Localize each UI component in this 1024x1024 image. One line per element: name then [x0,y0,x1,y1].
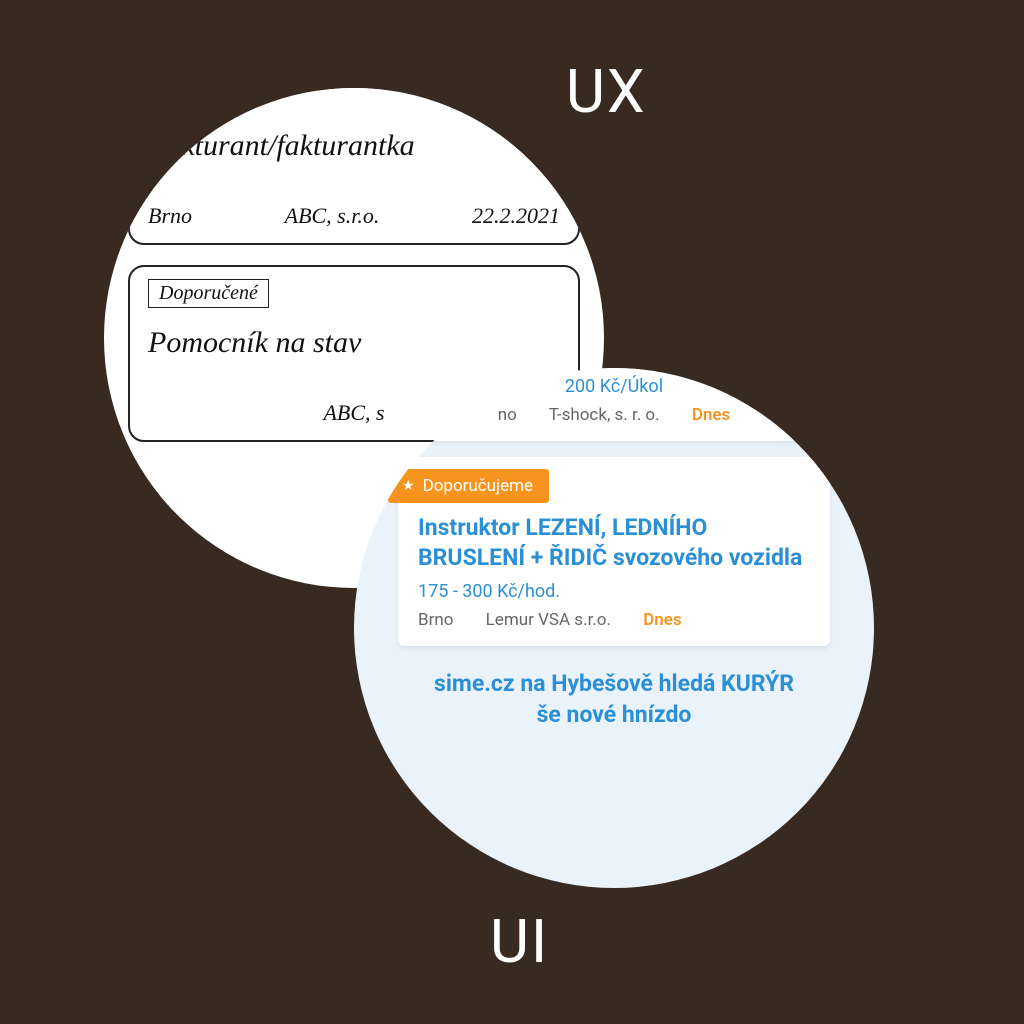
price-text: 175 - 300 Kč/hod. [418,581,810,602]
job-title: Pomocník na stav [148,326,560,360]
location-text: Brno [418,610,453,630]
star-icon: ★ [402,479,415,493]
job-title: Fakturant/fakturantka [148,129,560,163]
ux-card-top-row: Doporučené [148,279,560,308]
date-text: Dnes [692,405,730,425]
date-text: 22.2.2021 [472,203,560,229]
label-ui: UI [490,906,549,977]
price-text: 200 Kč/Úkol [418,376,810,397]
ux-card-top-row: ručené 170 Kč [148,88,560,111]
title-fragment: sime.cz na Hybešově hledá KURÝR [394,668,834,699]
location-text: no [498,405,517,425]
location-text: Brno [148,203,192,229]
company-text: ABC, s.r.o. [285,203,380,229]
ui-designed: …cek 200 Kč/Úkol no T-shock, s. r. o. Dn… [354,368,874,730]
job-title: Instruktor LEZENÍ, LEDNÍHO BRUSLENÍ + ŘI… [418,513,810,573]
recommended-badge: ručené [148,88,224,111]
ui-card[interactable]: ★ Doporučujeme Instruktor LEZENÍ, LEDNÍH… [398,457,830,646]
ui-card[interactable]: …cek 200 Kč/Úkol no T-shock, s. r. o. Dn… [398,368,830,441]
company-text: Lemur VSA s.r.o. [486,610,611,630]
ui-circle: …cek 200 Kč/Úkol no T-shock, s. r. o. Dn… [354,368,874,888]
date-text: Dnes [643,610,681,630]
job-title[interactable]: sime.cz na Hybešově hledá KURÝR še nové … [394,668,834,730]
ui-card-meta-row: Brno Lemur VSA s.r.o. Dnes [418,610,810,630]
title-fragment: še nové hnízdo [394,699,834,730]
company-text: T-shock, s. r. o. [549,405,660,425]
ux-card-meta-row: Brno ABC, s.r.o. 22.2.2021 [148,203,560,229]
recommended-ribbon: ★ Doporučujeme [388,469,549,503]
recommended-label: Doporučujeme [423,476,534,496]
ui-card-meta-row: no T-shock, s. r. o. Dnes [418,405,810,425]
price-text: 170 Kč [497,88,560,110]
ux-card[interactable]: ručené 170 Kč Fakturant/fakturantka Brno… [128,88,580,245]
recommended-badge: Doporučené [148,279,269,308]
